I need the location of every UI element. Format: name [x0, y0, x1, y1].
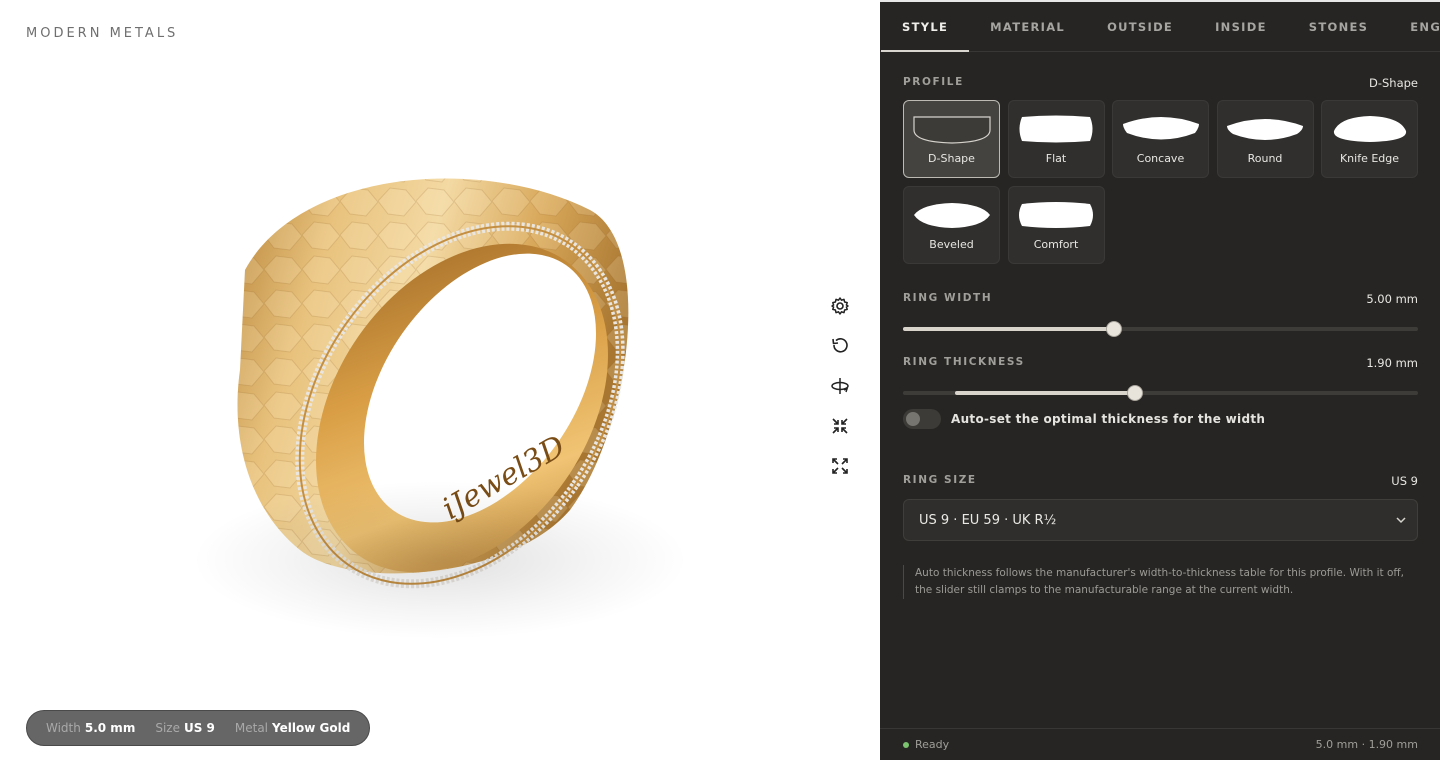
ring-render[interactable]: iJewel3D: [150, 150, 710, 650]
fullscreen-icon[interactable]: [826, 452, 854, 480]
profile-option-label: Comfort: [1033, 238, 1079, 251]
ring-width-slider-fill: [903, 327, 1115, 331]
rotate-3d-icon[interactable]: [826, 372, 854, 400]
dimensions-summary: 5.0 mm · 1.90 mm: [1315, 738, 1418, 751]
status-bar: Ready 5.0 mm · 1.90 mm: [880, 728, 1440, 760]
ring-width-slider[interactable]: [903, 322, 1418, 336]
profile-option-label: D-Shape: [928, 152, 975, 165]
tab-style[interactable]: STYLE: [881, 2, 970, 52]
comfort-profile-icon: [1019, 202, 1093, 228]
profile-option-label: Knife Edge: [1339, 152, 1400, 165]
status-dot-icon: [903, 741, 909, 748]
spec-size-value: US 9: [183, 721, 215, 735]
spec-width-value: 5.0 mm: [84, 721, 136, 735]
profile-option-comfort[interactable]: Comfort: [1007, 186, 1105, 264]
spec-metal-value: Yellow Gold: [272, 721, 351, 735]
toggle-knob: [906, 412, 920, 426]
profile-option-flat[interactable]: Flat: [1007, 100, 1105, 178]
flat-profile-icon: [1019, 115, 1093, 143]
profile-header: PROFILE D-Shape: [903, 76, 1418, 90]
ring-width-value: 5.00 mm: [1366, 292, 1418, 306]
viewer-toolbar: [826, 292, 854, 492]
spec-width: Width 5.0 mm: [46, 721, 135, 735]
ring-size-label: RING SIZE: [903, 474, 977, 486]
ring-size-select-value: US 9 · EU 59 · UK R½: [919, 512, 1057, 528]
spec-metal-key: Metal: [234, 721, 269, 735]
profile-option-label: Beveled: [929, 238, 974, 251]
tab-material[interactable]: MATERIAL: [969, 2, 1086, 51]
ring-thickness-slider-thumb[interactable]: [1127, 386, 1142, 400]
profile-label: PROFILE: [903, 76, 964, 88]
ring-width-slider-thumb[interactable]: [1107, 322, 1122, 336]
settings-icon[interactable]: [826, 292, 854, 320]
profile-option-label: Round: [1247, 152, 1283, 165]
ring-shadow: [190, 480, 690, 640]
auto-thickness-row: Auto-set the optimal thickness for the w…: [903, 409, 1265, 429]
knife-edge-profile-icon: [1333, 116, 1406, 142]
auto-thickness-toggle[interactable]: [903, 409, 941, 429]
spec-size-key: Size: [155, 721, 180, 735]
brand-logo: MODERN METALS: [26, 26, 179, 41]
spec-metal: Metal Yellow Gold: [235, 721, 350, 735]
ring-size-header: RING SIZE US 9: [903, 474, 1418, 488]
ring-thickness-label: RING THICKNESS: [903, 356, 1025, 368]
chevron-down-icon: [1396, 517, 1406, 524]
status-text: Ready: [915, 738, 950, 751]
beveled-profile-icon: [913, 203, 990, 228]
auto-thickness-label: Auto-set the optimal thickness for the w…: [951, 412, 1266, 426]
ring-width-header: RING WIDTH 5.00 mm: [903, 292, 1418, 306]
tab-stones[interactable]: STONES: [1288, 2, 1389, 51]
reset-rotation-icon[interactable]: [826, 332, 854, 360]
ring-width-label: RING WIDTH: [903, 292, 993, 304]
ring-size-select[interactable]: US 9 · EU 59 · UK R½: [903, 499, 1418, 541]
profile-option-beveled[interactable]: Beveled: [903, 186, 1000, 264]
spec-width-key: Width: [46, 721, 81, 735]
ring-thickness-slider-fill: [954, 391, 1135, 395]
round-profile-icon: [1227, 119, 1303, 140]
tab-bar: STYLE MATERIAL OUTSIDE INSIDE STONES ENG…: [880, 2, 1440, 52]
status-indicator: Ready: [903, 738, 949, 751]
ring-thickness-slider[interactable]: [903, 386, 1418, 400]
ring-size-value: US 9: [1391, 474, 1418, 488]
profile-option-label: Flat: [1045, 152, 1067, 165]
profile-options: D-Shape Flat Concave Round Knife Edge Be…: [903, 100, 1419, 264]
profile-option-round[interactable]: Round: [1216, 100, 1314, 178]
configurator-panel: STYLE MATERIAL OUTSIDE INSIDE STONES ENG…: [880, 0, 1440, 760]
auto-thickness-note: Auto thickness follows the manufacturer'…: [903, 565, 1418, 599]
spec-size: Size US 9: [155, 721, 215, 735]
collapse-icon[interactable]: [826, 412, 854, 440]
profile-option-knife-edge[interactable]: Knife Edge: [1321, 100, 1418, 178]
ring-thickness-value: 1.90 mm: [1366, 356, 1418, 370]
profile-option-d-shape[interactable]: D-Shape: [903, 100, 1000, 178]
ring-thickness-header: RING THICKNESS 1.90 mm: [903, 356, 1418, 370]
tab-outside[interactable]: OUTSIDE: [1086, 2, 1194, 51]
tab-inside[interactable]: INSIDE: [1194, 2, 1288, 51]
specs-summary-pill: Width 5.0 mm Size US 9 Metal Yellow Gold: [26, 710, 371, 746]
d-shape-profile-icon: [912, 116, 991, 144]
profile-option-label: Concave: [1136, 152, 1185, 165]
profile-selected-value: D-Shape: [1368, 76, 1418, 90]
tab-engrave[interactable]: ENGRAVE: [1389, 2, 1440, 51]
profile-option-concave[interactable]: Concave: [1112, 100, 1209, 178]
concave-profile-icon: [1122, 117, 1199, 140]
ring-viewer[interactable]: MODERN METALS iJewel3D Width 5.0 mm Size…: [0, 0, 880, 760]
